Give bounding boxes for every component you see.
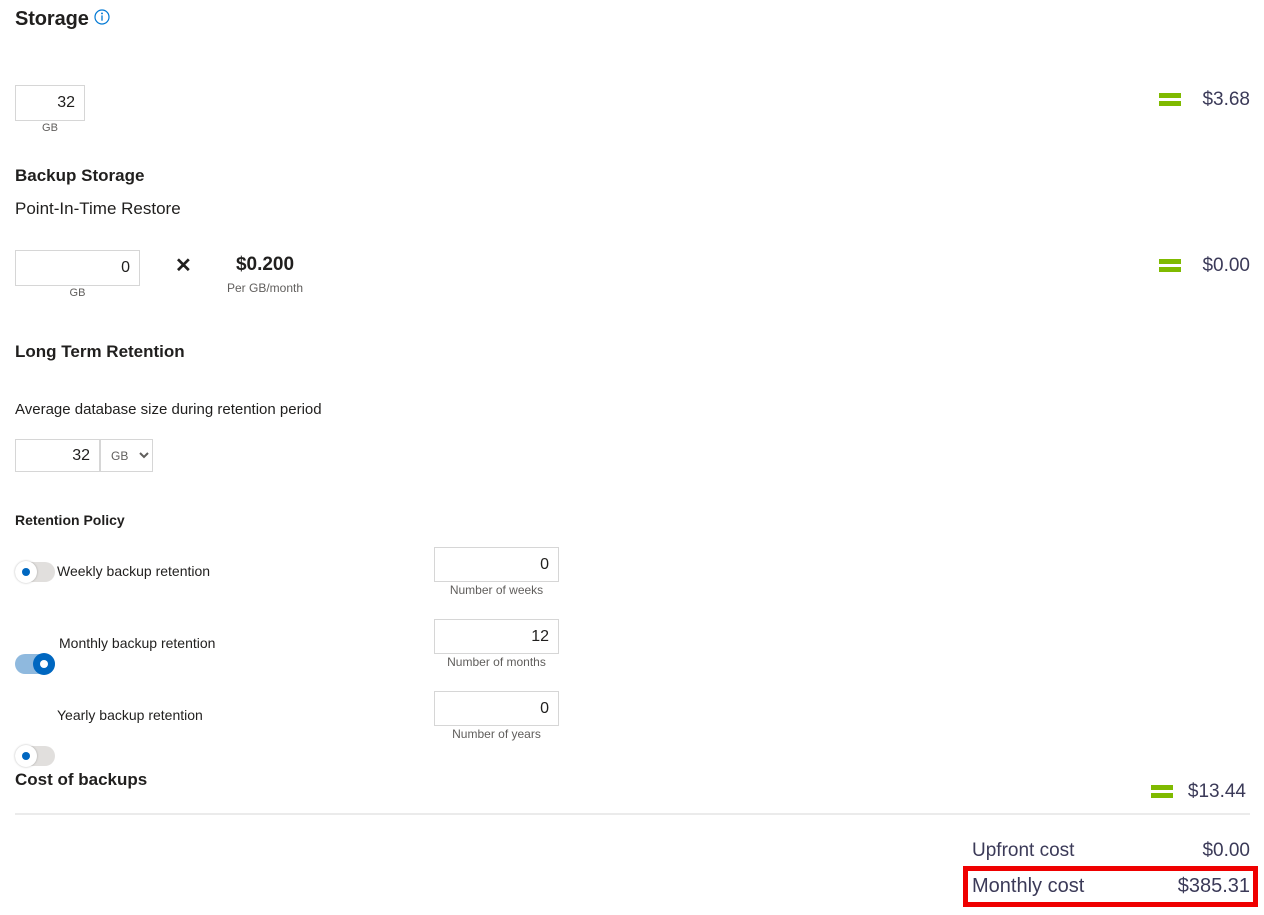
weekly-backup-retention-label: Weekly backup retention [57, 563, 211, 579]
storage-size-input[interactable] [15, 85, 85, 121]
pitr-rate: $0.200 [235, 254, 295, 275]
toggle-knob [33, 653, 55, 675]
yearly-backup-retention-input[interactable] [434, 691, 559, 726]
average-database-size-unit-select[interactable]: GBTBMB [100, 439, 153, 472]
pitr-size-input[interactable] [15, 250, 140, 286]
point-in-time-restore-heading: Point-In-Time Restore [15, 199, 181, 218]
backup-storage-price: $0.00 [1202, 255, 1250, 276]
storage-size-unit-caption: GB [42, 122, 58, 134]
weekly-backup-retention-toggle[interactable] [15, 561, 55, 583]
monthly-backup-retention-toggle[interactable] [15, 653, 55, 675]
cost-of-backups-heading: Cost of backups [15, 770, 148, 789]
storage-heading: Storage [15, 8, 110, 31]
cost-of-backups-price: $13.44 [1187, 781, 1246, 802]
upfront-cost-label: Upfront cost [972, 840, 1075, 861]
long-term-retention-heading: Long Term Retention [15, 342, 185, 361]
storage-price: $3.68 [1202, 89, 1250, 110]
yearly-backup-retention-caption: Number of years [452, 727, 541, 741]
totals-divider [15, 813, 1250, 815]
monthly-backup-retention-caption: Number of months [447, 655, 546, 669]
monthly-backup-retention-input[interactable] [434, 619, 559, 654]
monthly-cost-label: Monthly cost [972, 875, 1085, 897]
average-database-size-input[interactable] [15, 439, 100, 472]
info-circle-icon[interactable] [94, 8, 110, 31]
average-database-size-label: Average database size during retention p… [15, 401, 322, 418]
weekly-backup-retention-caption: Number of weeks [449, 583, 544, 597]
toggle-knob [15, 561, 37, 583]
yearly-backup-retention-toggle[interactable] [15, 745, 55, 767]
upfront-cost-value: $0.00 [1202, 840, 1250, 861]
pitr-rate-caption: Per GB/month [226, 281, 304, 295]
backup-storage-heading: Backup Storage [15, 166, 145, 185]
yearly-backup-retention-label: Yearly backup retention [57, 707, 203, 723]
toggle-knob [15, 745, 37, 767]
pitr-size-unit-caption: GB [69, 287, 86, 299]
monthly-backup-retention-label: Monthly backup retention [59, 635, 216, 651]
retention-policy-heading: Retention Policy [15, 512, 125, 528]
monthly-cost-value: $385.31 [1177, 875, 1250, 897]
weekly-backup-retention-input[interactable] [434, 547, 559, 582]
multiply-icon: ✕ [175, 255, 192, 277]
storage-heading-label: Storage [15, 8, 89, 30]
